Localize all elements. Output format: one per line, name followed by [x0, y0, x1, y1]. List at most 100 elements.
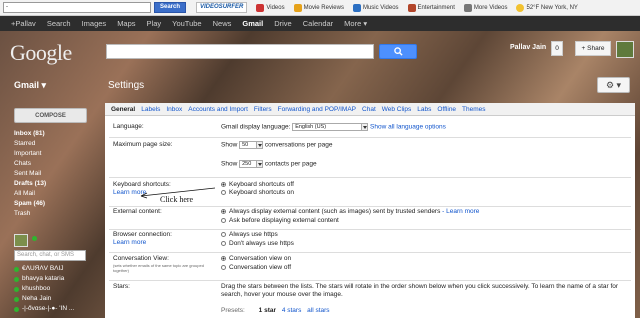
show-all-languages-link[interactable]: Show all language options: [370, 124, 446, 131]
radio-https-always[interactable]: [221, 231, 226, 237]
nav-drive[interactable]: Drive: [274, 19, 292, 28]
gmail-app-menu[interactable]: Gmail ▾: [14, 80, 46, 91]
chevron-down-icon[interactable]: [257, 160, 264, 168]
divider: [109, 137, 631, 138]
toolbar-item-videos[interactable]: Videos: [256, 3, 285, 12]
conversation-view-sublabel: (sets whether emails of the same topic a…: [113, 263, 204, 273]
nav-search[interactable]: Search: [47, 19, 71, 28]
https-not-always-label: Don't always use https: [229, 240, 294, 247]
radio-https-not-always[interactable]: [221, 240, 226, 246]
online-dot-icon: [14, 286, 19, 292]
label-inbox[interactable]: Inbox (81): [14, 129, 46, 139]
video-icon: [463, 3, 472, 12]
label-trash[interactable]: Trash: [14, 209, 46, 219]
toolbar-item-label: 52°F New York, NY: [526, 4, 578, 11]
label-all-mail[interactable]: All Mail: [14, 189, 46, 199]
tab-offline[interactable]: Offline: [437, 106, 456, 113]
radio-conv-off[interactable]: [221, 264, 226, 270]
label-drafts[interactable]: Drafts (13): [14, 179, 46, 189]
nav-calendar[interactable]: Calendar: [303, 19, 333, 28]
toolbar-search-button[interactable]: Search: [154, 2, 187, 13]
toolbar-item-weather[interactable]: 52°F New York, NY: [516, 3, 578, 12]
videosurfer-logo[interactable]: VIDEOSURFER: [196, 2, 248, 13]
nav-plus-pallav[interactable]: +Pallav: [11, 19, 36, 28]
online-status-icon[interactable]: [32, 236, 37, 241]
tab-labs[interactable]: Labs: [417, 106, 431, 113]
radio-ext-always[interactable]: [221, 208, 226, 214]
nav-more[interactable]: More ▾: [344, 19, 367, 28]
language-select[interactable]: English (US): [292, 123, 363, 131]
radio-kb-on[interactable]: [221, 189, 226, 195]
toolbar-item-entertainment[interactable]: Entertainment: [407, 3, 455, 12]
tab-themes[interactable]: Themes: [462, 106, 485, 113]
list-item[interactable]: Neha Jain: [14, 294, 74, 304]
label-important[interactable]: Important: [14, 149, 46, 159]
contact-name: €ΛUЯΛV ВΛIJ: [22, 265, 64, 272]
toolbar-item-more-videos[interactable]: More Videos: [463, 3, 507, 12]
ext-always-label: Always display external content (such as…: [229, 208, 441, 215]
browser-options: Always use https Don't always use https: [221, 231, 294, 249]
radio-ext-ask[interactable]: [221, 217, 226, 223]
contact-name: bhavya kataria: [22, 275, 65, 282]
tab-labels[interactable]: Labels: [141, 106, 160, 113]
avatar[interactable]: [616, 41, 634, 58]
tab-inbox[interactable]: Inbox: [166, 106, 182, 113]
radio-conv-on[interactable]: [221, 255, 226, 261]
contact-name: -|-ővɑse-|-●- 'IN ...: [22, 305, 75, 312]
tab-accounts[interactable]: Accounts and Import: [188, 106, 248, 113]
nav-images[interactable]: Images: [82, 19, 107, 28]
browser-learn-more-link[interactable]: Learn more: [113, 239, 146, 246]
settings-panel: General Labels Inbox Accounts and Import…: [105, 103, 635, 318]
conversations-per-page-select[interactable]: 50: [239, 141, 258, 149]
browser-toolbar: - Search VIDEOSURFER Videos Movie Review…: [0, 0, 640, 16]
toolbar-item-music-videos[interactable]: Music Videos: [352, 3, 399, 12]
list-item[interactable]: khushboo: [14, 284, 74, 294]
contact-name: khushboo: [22, 285, 51, 292]
share-button[interactable]: + Share: [575, 41, 611, 56]
nav-play[interactable]: Play: [147, 19, 162, 28]
toolbar-search-input[interactable]: -: [3, 2, 151, 13]
mail-search-input[interactable]: [106, 44, 374, 59]
label-spam[interactable]: Spam (46): [14, 199, 46, 209]
mail-search-button[interactable]: [379, 44, 417, 59]
toolbar-item-label: Music Videos: [362, 4, 399, 11]
nav-gmail[interactable]: Gmail: [242, 19, 263, 28]
label-sent-mail[interactable]: Sent Mail: [14, 169, 46, 179]
label-starred[interactable]: Starred: [14, 139, 46, 149]
list-item[interactable]: bhavya kataria: [14, 274, 74, 284]
list-item[interactable]: €ΛUЯΛV ВΛIJ: [14, 264, 74, 274]
chat-search-input[interactable]: Search, chat, or SMS: [14, 250, 86, 261]
chevron-down-icon[interactable]: [362, 123, 369, 131]
contacts-per-page-select[interactable]: 250: [239, 160, 258, 168]
tab-general[interactable]: General: [111, 106, 135, 113]
tab-chat[interactable]: Chat: [362, 106, 376, 113]
tab-filters[interactable]: Filters: [254, 106, 272, 113]
page-size-setting: Show 50 conversations per page Show 250 …: [221, 141, 381, 170]
list-item[interactable]: -|-ővɑse-|-●- 'IN ...: [14, 304, 74, 314]
nav-maps[interactable]: Maps: [117, 19, 135, 28]
radio-kb-off[interactable]: [221, 181, 226, 187]
google-logo[interactable]: Google: [10, 40, 72, 66]
chat-contact-list: €ΛUЯΛV ВΛIJ bhavya kataria khushboo Neha…: [14, 264, 74, 314]
toolbar-item-label: Movie Reviews: [303, 4, 344, 11]
conversation-view-label: Conversation View:: [113, 255, 169, 262]
preset-all-stars[interactable]: all stars: [307, 307, 329, 314]
user-name[interactable]: Pallav Jain: [510, 44, 546, 51]
label-chats[interactable]: Chats: [14, 159, 46, 169]
preset-1-star[interactable]: 1 star: [259, 307, 276, 314]
nav-youtube[interactable]: YouTube: [172, 19, 201, 28]
tab-forwarding[interactable]: Forwarding and POP/IMAP: [278, 106, 356, 113]
chat-avatar[interactable]: [14, 234, 28, 247]
ext-learn-more-link[interactable]: - Learn more: [442, 208, 479, 215]
gear-icon[interactable]: ⚙ ▾: [597, 77, 630, 93]
page-title: Settings: [108, 80, 145, 91]
divider: [109, 229, 631, 230]
divider: [109, 177, 631, 178]
nav-news[interactable]: News: [213, 19, 232, 28]
chevron-down-icon[interactable]: [257, 141, 264, 149]
tab-web-clips[interactable]: Web Clips: [382, 106, 412, 113]
notification-count[interactable]: 0: [551, 41, 563, 56]
compose-button[interactable]: COMPOSE: [14, 108, 87, 123]
toolbar-item-movie-reviews[interactable]: Movie Reviews: [293, 3, 344, 12]
preset-4-stars[interactable]: 4 stars: [282, 307, 302, 314]
